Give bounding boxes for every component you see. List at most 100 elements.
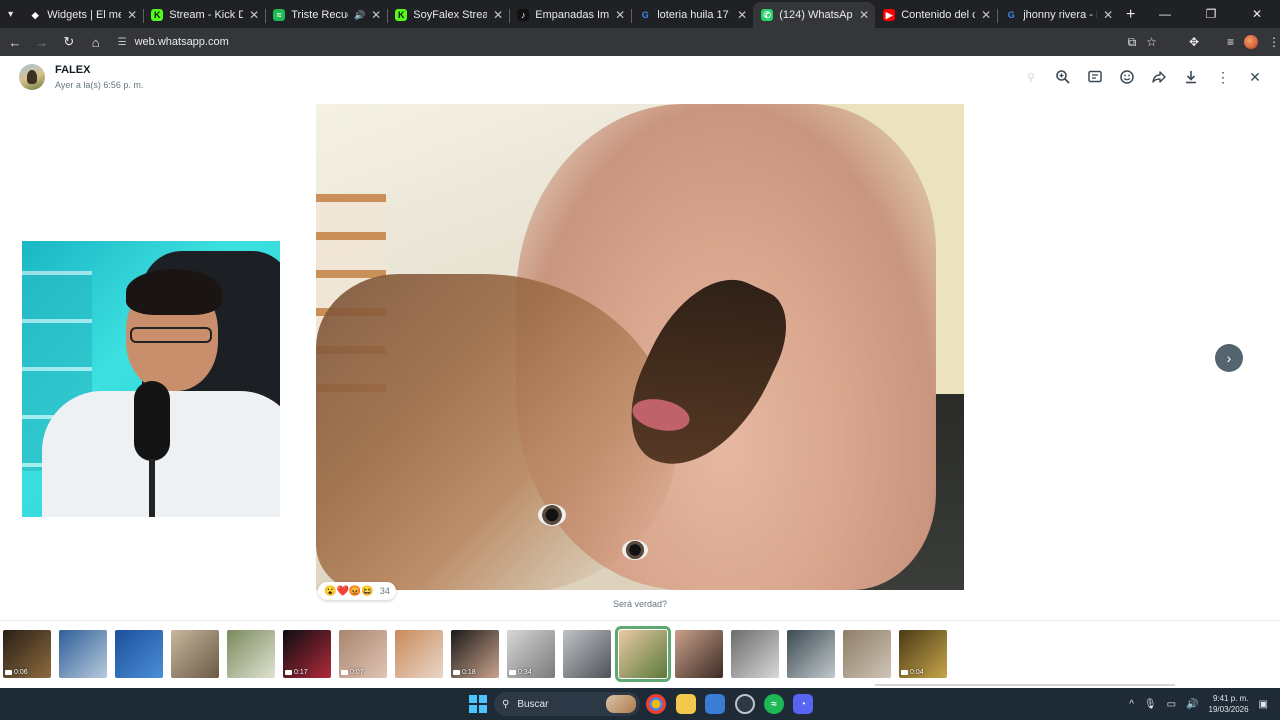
media-thumbnail[interactable] — [395, 630, 443, 678]
media-thumbnail[interactable] — [563, 630, 611, 678]
media-thumbnail[interactable]: 0:17 — [283, 630, 331, 678]
browser-tab[interactable]: K Stream - Kick Dashbo ✕ — [143, 2, 265, 28]
sender-name[interactable]: FALEX — [55, 64, 90, 76]
close-tab-icon[interactable]: ✕ — [981, 8, 991, 22]
close-tab-icon[interactable]: ✕ — [371, 8, 381, 22]
microphone-icon[interactable]: 🎙 — [1144, 699, 1157, 710]
browser-tab[interactable]: Gjhonny rivera - Busca ✕ — [997, 2, 1119, 28]
close-window-icon[interactable]: ✕ — [1234, 0, 1280, 28]
zoom-in-icon[interactable] — [1054, 68, 1072, 86]
new-tab-button[interactable]: + — [1119, 2, 1142, 28]
viewer-actions: ⚲ ⋮ ✕ — [1022, 68, 1264, 86]
network-icon[interactable]: ▭ — [1167, 699, 1176, 710]
browser-toolbar: ← → ↻ ⌂ ☰ web.whatsapp.com ⧉ ☆ ✥ ≡ ⋮ — [0, 28, 1280, 56]
video-duration: 0:34 — [509, 669, 532, 676]
tab-title: loteria huila 17 marzo — [657, 9, 731, 21]
media-thumbnail[interactable] — [115, 630, 163, 678]
reload-icon[interactable]: ↻ — [57, 30, 81, 54]
mic-stand — [149, 459, 155, 517]
media-thumbnail[interactable] — [171, 630, 219, 678]
tab-search-icon[interactable]: ▾ — [0, 0, 21, 28]
bookmark-star-icon[interactable]: ☆ — [1146, 35, 1157, 49]
more-options-icon[interactable]: ⋮ — [1214, 68, 1232, 86]
reactions-pill[interactable]: 😮❤️😡😆 34 — [318, 582, 396, 600]
media-thumbnail[interactable]: 0:04 — [899, 630, 947, 678]
tab-title: (124) WhatsApp — [779, 9, 854, 21]
tray-overflow-icon[interactable]: ^ — [1129, 699, 1134, 710]
thumbnail-scrollbar[interactable] — [875, 684, 1175, 686]
react-emoji-icon[interactable] — [1118, 68, 1136, 86]
install-app-icon[interactable]: ⧉ — [1128, 35, 1137, 50]
media-thumbnail[interactable] — [843, 630, 891, 678]
media-thumbnail[interactable] — [787, 630, 835, 678]
browser-tab[interactable]: Gloteria huila 17 marzo ✕ — [631, 2, 753, 28]
notifications-icon[interactable]: ▣ — [1259, 699, 1268, 710]
media-viewer: FALEX Ayer a la(s) 6:56 p. m. ⚲ ⋮ ✕ 😮❤️😡… — [0, 56, 1280, 688]
media-image[interactable] — [316, 104, 964, 590]
browser-tab-strip: ▾ ◆ Widgets | El mejor so ✕ K Stream - Kick … — [0, 0, 1280, 28]
next-media-button[interactable]: › — [1215, 344, 1243, 372]
sender-avatar[interactable] — [19, 64, 45, 90]
cam-hair — [126, 269, 222, 315]
media-thumbnail[interactable] — [227, 630, 275, 678]
menu-icon[interactable]: ⋮ — [1268, 35, 1280, 49]
media-thumbnail[interactable] — [675, 630, 723, 678]
search-icon: ⚲ — [502, 698, 510, 710]
zoom-out-icon[interactable]: ⚲ — [1022, 68, 1040, 86]
close-tab-icon[interactable]: ✕ — [615, 8, 625, 22]
close-tab-icon[interactable]: ✕ — [127, 8, 137, 22]
minimize-icon[interactable]: — — [1142, 0, 1188, 28]
tab-title: Stream - Kick Dashbo — [169, 9, 244, 21]
cam-glasses — [130, 327, 212, 343]
discord-icon[interactable]: ◔ — [793, 694, 813, 714]
close-tab-icon[interactable]: ✕ — [737, 8, 747, 22]
webcam-overlay — [22, 241, 280, 517]
media-thumbnail[interactable]: 0:18 — [451, 630, 499, 678]
media-thumbnail[interactable]: 0:07 — [339, 630, 387, 678]
browser-tab[interactable]: ◆ Widgets | El mejor so ✕ — [21, 2, 143, 28]
tab-audio-icon[interactable]: 🔊 — [354, 10, 365, 21]
browser-tab[interactable]: K SoyFalex Stream - W ✕ — [387, 2, 509, 28]
media-thumbnail[interactable] — [615, 626, 671, 682]
site-info-icon[interactable]: ☰ — [118, 37, 127, 48]
download-icon[interactable] — [1182, 68, 1200, 86]
volume-icon[interactable]: 🔊 — [1186, 699, 1198, 710]
close-tab-icon[interactable]: ✕ — [859, 8, 869, 22]
profile-avatar[interactable] — [1244, 35, 1259, 49]
restore-icon[interactable]: ❐ — [1188, 0, 1234, 28]
media-thumbnail[interactable] — [59, 630, 107, 678]
kick-favicon-icon: K — [395, 9, 408, 21]
system-tray: ^ 🎙 ▭ 🔊 9:41 p. m. 19/03/2026 ▣ — [1129, 688, 1280, 720]
start-button[interactable] — [469, 695, 487, 713]
browser-tab[interactable]: ≈ Triste Recuerdo - 🔊 ✕ — [265, 2, 387, 28]
taskbar-search[interactable]: ⚲ Buscar — [494, 692, 640, 716]
browser-tab[interactable]: ✆ (124) WhatsApp ✕ — [753, 2, 876, 28]
close-viewer-icon[interactable]: ✕ — [1246, 68, 1264, 86]
browser-tab[interactable]: ♪ Empanadas Imperdib ✕ — [509, 2, 631, 28]
media-thumbnail[interactable] — [731, 630, 779, 678]
file-explorer-icon[interactable] — [676, 694, 696, 714]
message-icon[interactable] — [1086, 68, 1104, 86]
chrome-taskbar-icon[interactable] — [646, 694, 666, 714]
store-icon[interactable] — [705, 694, 725, 714]
back-icon[interactable]: ← — [3, 30, 27, 54]
forward-icon[interactable] — [1150, 68, 1168, 86]
browser-tab[interactable]: ▶ Contenido del canal ✕ — [875, 2, 997, 28]
close-tab-icon[interactable]: ✕ — [493, 8, 503, 22]
address-bar[interactable]: ☰ web.whatsapp.com — [114, 31, 1118, 53]
obs-icon[interactable] — [735, 694, 755, 714]
extensions-icon[interactable]: ✥ — [1189, 35, 1199, 49]
media-control-icon[interactable]: ≡ — [1227, 35, 1234, 49]
media-thumbnail[interactable]: 0:34 — [507, 630, 555, 678]
search-label: Buscar — [517, 698, 549, 710]
close-tab-icon[interactable]: ✕ — [1103, 8, 1113, 22]
reaction-emoji: 😡 — [348, 585, 362, 597]
home-icon[interactable]: ⌂ — [84, 30, 108, 54]
close-tab-icon[interactable]: ✕ — [249, 8, 259, 22]
clock[interactable]: 9:41 p. m. 19/03/2026 — [1209, 693, 1249, 715]
forward-icon[interactable]: → — [30, 30, 54, 54]
spotify-favicon-icon: ≈ — [273, 9, 286, 21]
spotify-icon[interactable]: ≈ — [764, 694, 784, 714]
reaction-emoji: 😮 — [324, 585, 337, 597]
media-thumbnail[interactable]: 0:06 — [3, 630, 51, 678]
